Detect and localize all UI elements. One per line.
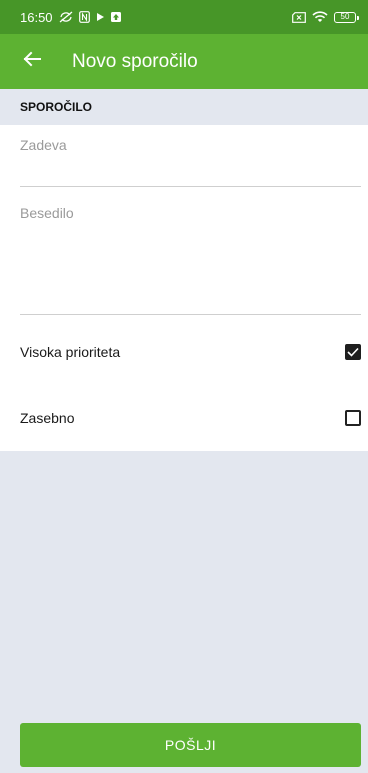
subject-input[interactable] <box>20 137 361 153</box>
checkmark-icon <box>347 347 359 357</box>
battery-level: 50 <box>340 12 350 21</box>
status-left: 16:50 <box>20 10 121 25</box>
high-priority-row[interactable]: Visoka prioriteta <box>20 337 361 367</box>
back-button[interactable] <box>16 46 48 78</box>
upload-icon <box>110 12 121 22</box>
nfc-icon <box>78 11 90 23</box>
private-label: Zasebno <box>20 410 75 426</box>
section-header: SPOROČILO <box>0 89 368 125</box>
high-priority-checkbox[interactable] <box>345 344 361 360</box>
status-right: 50 <box>292 11 359 23</box>
send-button[interactable]: POŠLJI <box>20 723 361 767</box>
sync-off-icon <box>59 11 73 23</box>
private-row[interactable]: Zasebno <box>20 403 361 433</box>
sim-x-icon <box>292 11 306 23</box>
page-title: Novo sporočilo <box>72 50 198 72</box>
battery-icon: 50 <box>334 11 359 23</box>
status-time: 16:50 <box>20 9 53 25</box>
subject-field <box>20 137 361 187</box>
arrow-left-icon <box>23 51 41 72</box>
status-bar: 16:50 50 <box>0 0 368 34</box>
send-button-label: POŠLJI <box>164 737 217 753</box>
message-form: Visoka prioriteta Zasebno <box>0 125 368 451</box>
wifi-icon <box>312 11 328 23</box>
play-icon <box>96 12 105 22</box>
high-priority-label: Visoka prioriteta <box>20 344 121 360</box>
body-field <box>20 205 361 315</box>
private-checkbox[interactable] <box>345 410 361 426</box>
app-bar: Novo sporočilo <box>0 34 368 89</box>
body-textarea[interactable] <box>20 205 361 269</box>
